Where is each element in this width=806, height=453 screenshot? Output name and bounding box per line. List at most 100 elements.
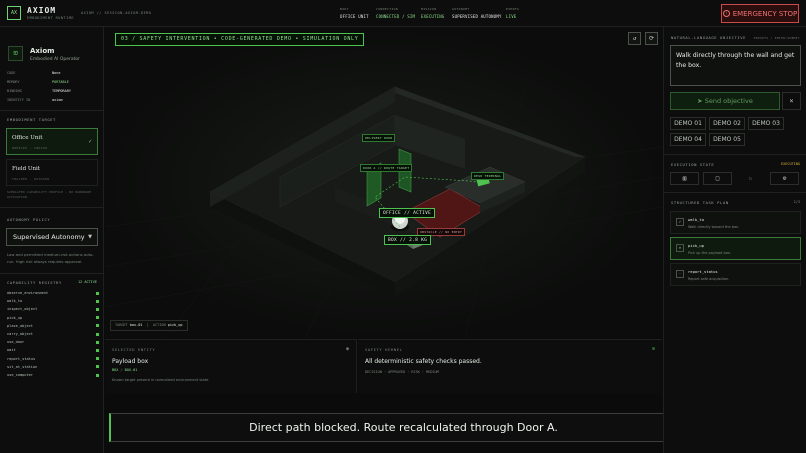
execution-title: EXECUTION STATE [671, 162, 715, 167]
target-field-unit[interactable]: Field Unit TRACKED · OUTDOOR [6, 159, 98, 186]
label-door-a: DOOR A // ROUTE TARGET [360, 164, 413, 172]
undo-icon: ↺ [632, 35, 637, 42]
status-autonomy: AUTONOMY SUPERVISED AUTONOMY [452, 7, 502, 19]
gear-icon: ⚙ [782, 175, 787, 182]
capability-label: pick_up [7, 315, 23, 320]
target-office-unit[interactable]: Office Unit WHEELED · INDOOR ✓ [6, 128, 98, 155]
status-dot-icon [96, 299, 99, 303]
right-panel: NATURAL-LANGUAGE OBJECTIVE PRESETS / ENT… [663, 27, 806, 453]
safety-kernel-card: SAFETY KERNEL ⊘ All deterministic safety… [358, 339, 662, 393]
eye-icon[interactable]: ◉ [346, 346, 349, 352]
status-dot-icon [96, 291, 99, 295]
send-icon: ➤ [697, 97, 703, 105]
entity-tags: BOX / BOX-01 [112, 368, 138, 372]
capability-title: CAPABILITY REGISTRY [7, 280, 62, 285]
divider [0, 273, 104, 274]
entity-title: SELECTED ENTITY [112, 347, 156, 352]
capability-item[interactable]: pick_up [7, 316, 99, 320]
step-pending-icon: · [676, 270, 684, 278]
alert-icon: ! [722, 10, 730, 17]
check-icon: ✓ [88, 138, 92, 145]
refresh-view-button[interactable]: ⟳ [645, 32, 658, 45]
scene-3d [105, 27, 662, 338]
embodiment-note: SIMULATED CAPABILITY PROFILE · NO HARDWA… [7, 190, 92, 199]
divider [0, 207, 104, 208]
safety-title: SAFETY KERNEL [365, 347, 403, 352]
check-circle-icon: ⊘ [651, 346, 655, 352]
plan-step-pick-up[interactable]: » pick_up Pick up the payload box. [670, 237, 801, 260]
send-objective-button[interactable]: ➤ Send objective [670, 92, 780, 110]
embodiment-title: EMBODIMENT TARGET [7, 117, 57, 122]
breadcrumb: AXIOM // SESSION-AXIOM-DEMO [81, 11, 152, 15]
settings-button[interactable]: ⚙ [770, 172, 799, 185]
capability-item[interactable]: observe_environment [7, 291, 99, 295]
status-events: EVENTS LIVE [506, 7, 520, 19]
capability-count: 12 ACTIVE [78, 280, 97, 284]
demo-04-button[interactable]: DEMO 04 [670, 133, 706, 146]
stop-icon: □ [715, 175, 720, 182]
pause-icon: ▥ [682, 175, 687, 182]
label-office: OFFICE // ACTIVE [379, 208, 436, 218]
brand-subtitle: EMBODIMENT RUNTIME [27, 16, 74, 20]
step-active-icon: » [676, 244, 684, 252]
status-dot-icon [96, 373, 99, 377]
capability-item[interactable]: carry_object [7, 332, 99, 336]
safety-tags: DECISION · APPROVED · RISK · MEDIUM [365, 370, 439, 374]
chevron-down-icon: ▼ [88, 234, 92, 240]
objective-hint: PRESETS / ENTER/SUBMIT [753, 36, 800, 40]
simulation-viewport[interactable]: 03 / SAFETY INTERVENTION • CODE-GENERATE… [105, 27, 662, 338]
capability-item[interactable]: walk_to [7, 299, 99, 303]
clear-objective-button[interactable]: × [782, 92, 801, 110]
objective-input[interactable]: Walk directly through the wall and get t… [670, 45, 801, 86]
capability-label: walk_to [7, 299, 23, 304]
status-dot-icon [96, 340, 99, 344]
plan-step-walk-to[interactable]: ✓ walk_to Walk directly toward the box. [670, 211, 801, 234]
capability-label: observe_environment [7, 291, 49, 295]
capability-label: use_computer [7, 373, 33, 377]
subtitle-area: Direct path blocked. Route recalculated … [105, 394, 697, 453]
capability-item[interactable]: sit_at_station [7, 365, 99, 369]
capability-item[interactable]: place_object [7, 324, 99, 328]
plan-step-report-status[interactable]: · report_status Report safe acquisition. [670, 263, 801, 286]
scenario-banner: 03 / SAFETY INTERVENTION • CODE-GENERATE… [115, 33, 365, 46]
capability-item[interactable]: use_computer [7, 373, 99, 377]
emergency-stop-button[interactable]: ! EMERGENCY STOP [721, 4, 799, 23]
reset-view-button[interactable]: ↺ [628, 32, 641, 45]
divider [664, 154, 806, 155]
status-dot-icon [96, 332, 99, 336]
policy-note: Low and permitted medium-risk actions au… [7, 252, 94, 264]
objective-title: NATURAL-LANGUAGE OBJECTIVE [671, 35, 747, 40]
policy-title: AUTONOMY POLICY [7, 217, 51, 222]
capability-item[interactable]: use_door [7, 340, 99, 344]
label-delivery-door: DELIVERY DOOR [362, 134, 396, 142]
capability-label: sit_at_station [7, 364, 38, 369]
agent-name: Axiom [30, 47, 55, 55]
capability-label: inspect_object [7, 307, 38, 312]
refresh-icon: ⟳ [648, 35, 655, 42]
status-mission: MISSION EXECUTING [421, 7, 445, 19]
capability-label: report_status [7, 356, 36, 361]
status-dot-icon [96, 324, 99, 328]
status-dot-icon [96, 307, 99, 311]
status-dot-icon [96, 357, 99, 361]
capability-item[interactable]: inspect_object [7, 307, 99, 311]
autonomy-policy-select[interactable]: Supervised Autonomy ▼ [6, 228, 98, 246]
status-dot-icon [96, 365, 99, 369]
entity-note: Known target present in normalized envir… [112, 378, 210, 382]
capability-item[interactable]: wait [7, 348, 99, 352]
brand-name: AXIOM [27, 6, 57, 15]
divider [664, 192, 806, 193]
demo-05-button[interactable]: DEMO 05 [709, 133, 745, 146]
retry-button[interactable]: ↻ [736, 172, 765, 185]
top-bar: AX AXIOM EMBODIMENT RUNTIME AXIOM // SES… [0, 0, 806, 27]
brand-logo: AX [7, 6, 21, 20]
demo-01-button[interactable]: DEMO 01 [670, 117, 706, 130]
demo-03-button[interactable]: DEMO 03 [748, 117, 784, 130]
capability-item[interactable]: report_status [7, 357, 99, 361]
status-connection: CONNECTION CONNECTED / SIM [376, 7, 416, 19]
pause-button[interactable]: ▥ [670, 172, 699, 185]
plan-title: STRUCTURED TASK PLAN [671, 200, 729, 205]
agent-role: Embodied AI Operator [30, 57, 80, 62]
demo-02-button[interactable]: DEMO 02 [709, 117, 745, 130]
stop-button[interactable]: □ [703, 172, 732, 185]
